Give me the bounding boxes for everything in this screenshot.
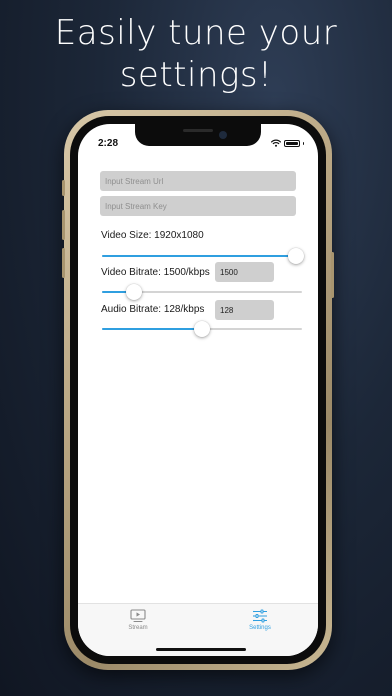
audio-bitrate-input[interactable] [215,300,274,320]
tab-settings[interactable]: Settings [210,609,310,639]
tab-stream-label: Stream [128,625,148,631]
status-icons [270,138,304,148]
video-bitrate-slider[interactable] [102,284,302,300]
play-screen-icon [130,609,146,623]
tab-bar: Stream Settings [78,603,318,656]
tab-settings-label: Settings [249,625,271,631]
headline: Easily tune your settings! [0,12,392,96]
audio-bitrate-label: Audio Bitrate: 128/kbps [101,304,205,315]
headline-line-1: Easily tune your [54,13,338,53]
phone-screen: 2:28 Video Size: 1920x1080 [78,124,318,656]
video-size-label: Video Size: 1920x1080 [101,230,204,241]
slider-fill [102,255,296,257]
front-camera [219,131,227,139]
phone-bezel: 2:28 Video Size: 1920x1080 [70,116,326,664]
slider-thumb[interactable] [194,321,210,337]
tab-stream[interactable]: Stream [88,609,188,639]
home-indicator [156,648,246,651]
slider-thumb[interactable] [288,248,304,264]
stream-url-input[interactable] [100,171,296,191]
stream-key-input[interactable] [100,196,296,216]
phone-side-button [62,180,65,196]
notch-speaker [183,129,213,132]
phone-notch [135,124,261,146]
wifi-icon [270,139,281,147]
slider-thumb[interactable] [126,284,142,300]
audio-bitrate-slider[interactable] [102,321,302,337]
slider-fill [102,328,202,330]
battery-icon [283,139,300,147]
phone-frame: 2:28 Video Size: 1920x1080 [62,110,334,670]
status-time: 2:28 [98,138,119,149]
video-bitrate-input[interactable] [215,262,274,282]
sliders-icon [253,609,267,623]
phone-power-button [331,252,334,298]
video-bitrate-label: Video Bitrate: 1500/kbps [101,267,210,278]
phone-volume-down-button [62,248,65,278]
battery-tip [302,141,304,145]
phone-volume-up-button [62,210,65,240]
headline-line-2: settings! [119,55,273,95]
